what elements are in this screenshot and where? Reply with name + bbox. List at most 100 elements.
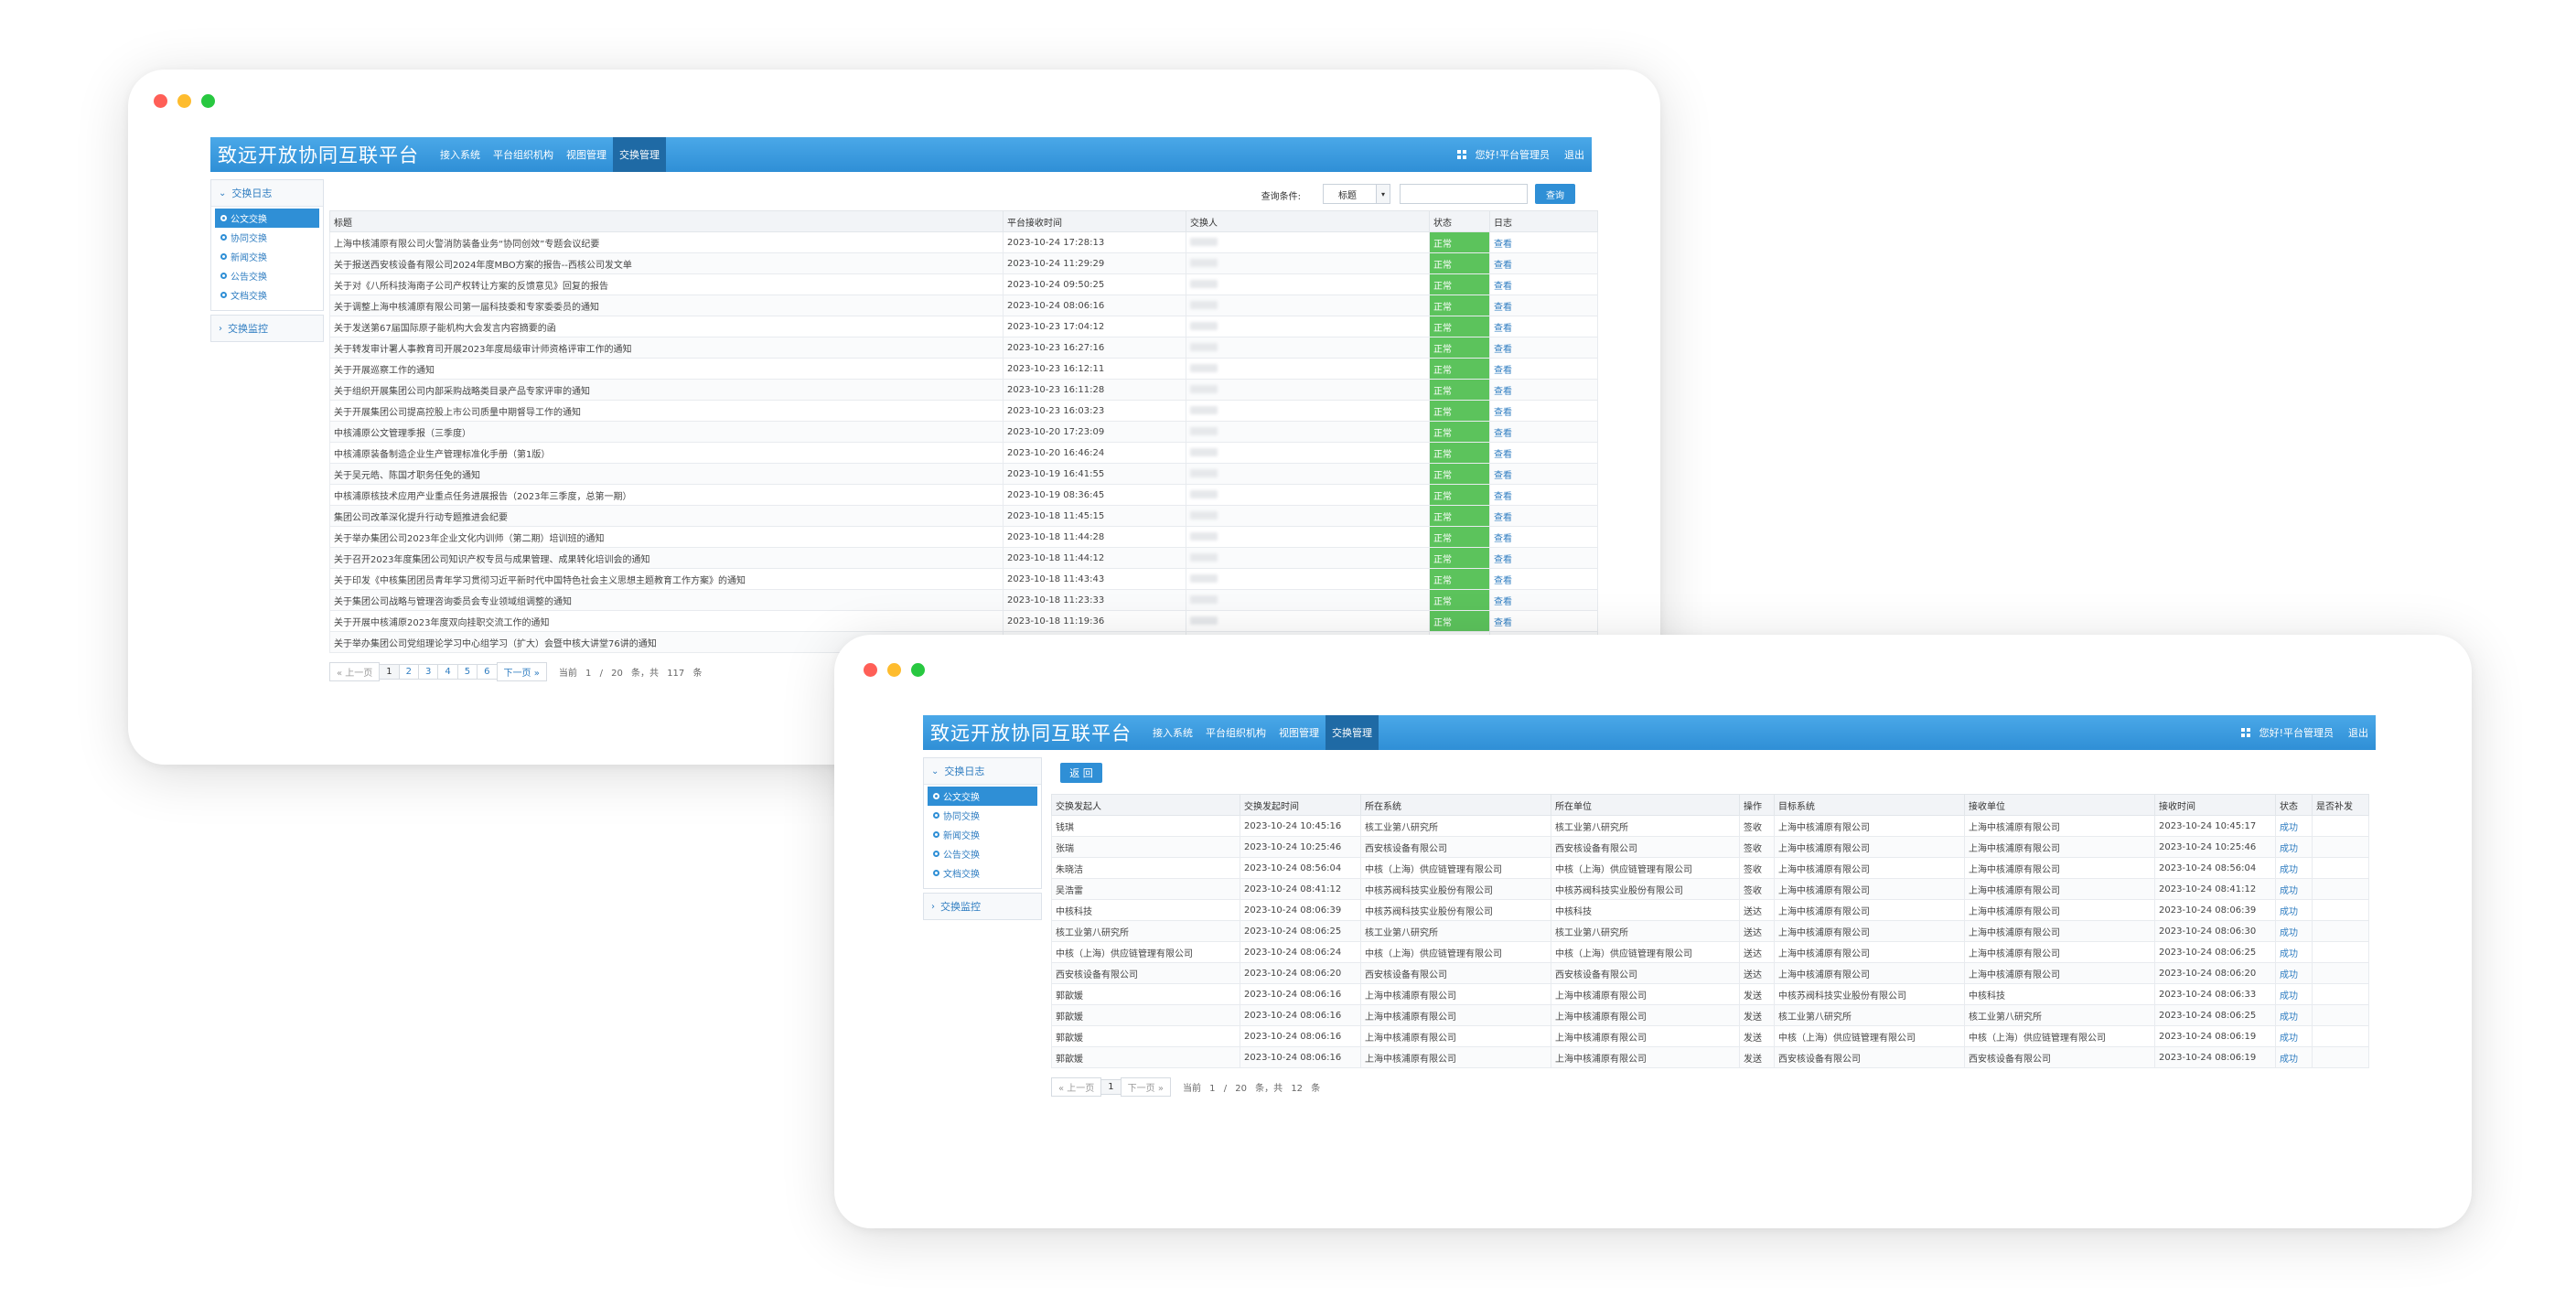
status-link[interactable]: 成功 (2280, 865, 2298, 875)
status-link[interactable]: 成功 (2280, 1034, 2298, 1044)
col-source-system[interactable]: 所在系统 (1360, 794, 1551, 816)
cell-log[interactable]: 查看 (1489, 252, 1598, 274)
cell-log[interactable]: 查看 (1489, 316, 1598, 337)
nav-org[interactable]: 平台组织机构 (487, 137, 560, 172)
cell-log[interactable]: 查看 (1489, 400, 1598, 422)
cell-status[interactable]: 成功 (2275, 836, 2313, 858)
nav-access-system[interactable]: 接入系统 (1146, 715, 1199, 750)
view-log-link[interactable]: 查看 (1494, 618, 1512, 628)
close-dot-icon[interactable] (154, 94, 167, 108)
nav-view-manage[interactable]: 视图管理 (1272, 715, 1326, 750)
maximize-dot-icon[interactable] (201, 94, 215, 108)
sidebar-item-collab-exchange[interactable]: 协同交换 (928, 806, 1037, 825)
status-link[interactable]: 成功 (2280, 823, 2298, 833)
user-greeting[interactable]: 您好!平台管理员 (1476, 147, 1550, 162)
view-log-link[interactable]: 查看 (1494, 387, 1512, 397)
search-input[interactable] (1400, 184, 1528, 204)
close-dot-icon[interactable] (864, 663, 877, 677)
cell-status[interactable]: 成功 (2275, 962, 2313, 984)
nav-access-system[interactable]: 接入系统 (434, 137, 487, 172)
sidebar-item-file-exchange[interactable]: 文档交换 (928, 863, 1037, 883)
view-log-link[interactable]: 查看 (1494, 408, 1512, 418)
sidebar-item-news-exchange[interactable]: 新闻交换 (215, 247, 319, 266)
status-link[interactable]: 成功 (2280, 1012, 2298, 1023)
prev-page-button[interactable]: « 上一页 (329, 662, 381, 681)
col-source-unit[interactable]: 所在单位 (1551, 794, 1740, 816)
page-2[interactable]: 2 (398, 664, 420, 680)
back-button[interactable]: 返 回 (1060, 763, 1102, 783)
sidebar-item-doc-exchange[interactable]: 公文交换 (928, 787, 1037, 806)
view-log-link[interactable]: 查看 (1494, 576, 1512, 586)
logout-link[interactable]: 退出 (2348, 725, 2368, 740)
status-link[interactable]: 成功 (2280, 949, 2298, 959)
col-receive-time[interactable]: 平台接收时间 (1003, 210, 1186, 232)
sidebar-item-notice-exchange[interactable]: 公告交换 (928, 844, 1037, 863)
sidebar-item-notice-exchange[interactable]: 公告交换 (215, 266, 319, 285)
col-title[interactable]: 标题 (329, 210, 1004, 232)
page-1[interactable]: 1 (379, 664, 400, 680)
cell-status[interactable]: 成功 (2275, 1004, 2313, 1026)
status-link[interactable]: 成功 (2280, 991, 2298, 1001)
page-1[interactable]: 1 (1100, 1079, 1122, 1095)
search-field-select[interactable]: 标题 ▾ (1323, 184, 1390, 204)
sidebar-item-collab-exchange[interactable]: 协同交换 (215, 228, 319, 247)
status-link[interactable]: 成功 (2280, 1055, 2298, 1065)
view-log-link[interactable]: 查看 (1494, 303, 1512, 313)
col-log[interactable]: 日志 (1489, 210, 1598, 232)
page-6[interactable]: 6 (477, 664, 498, 680)
view-log-link[interactable]: 查看 (1494, 366, 1512, 376)
nav-org[interactable]: 平台组织机构 (1199, 715, 1272, 750)
col-initiate-time[interactable]: 交换发起时间 (1240, 794, 1361, 816)
next-page-button[interactable]: 下一页 » (1120, 1077, 1171, 1097)
cell-log[interactable]: 查看 (1489, 379, 1598, 401)
cell-status[interactable]: 成功 (2275, 857, 2313, 879)
cell-log[interactable]: 查看 (1489, 610, 1598, 632)
view-log-link[interactable]: 查看 (1494, 597, 1512, 607)
minimize-dot-icon[interactable] (887, 663, 901, 677)
view-log-link[interactable]: 查看 (1494, 282, 1512, 292)
minimize-dot-icon[interactable] (177, 94, 191, 108)
status-link[interactable]: 成功 (2280, 907, 2298, 917)
nav-exchange-manage[interactable]: 交换管理 (1326, 715, 1379, 750)
cell-status[interactable]: 成功 (2275, 1046, 2313, 1068)
sidebar-item-news-exchange[interactable]: 新闻交换 (928, 825, 1037, 844)
sidebar-group-monitor-header[interactable]: › 交换监控 (211, 316, 323, 341)
view-log-link[interactable]: 查看 (1494, 345, 1512, 355)
cell-log[interactable]: 查看 (1489, 231, 1598, 253)
cell-status[interactable]: 成功 (2275, 815, 2313, 837)
sidebar-group-log-header[interactable]: ⌄ 交换日志 (924, 758, 1041, 784)
cell-log[interactable]: 查看 (1489, 273, 1598, 295)
sidebar-group-monitor-header[interactable]: › 交换监控 (924, 894, 1041, 919)
nav-exchange-manage[interactable]: 交换管理 (613, 137, 666, 172)
cell-log[interactable]: 查看 (1489, 295, 1598, 316)
col-reissue[interactable]: 是否补发 (2312, 794, 2369, 816)
status-link[interactable]: 成功 (2280, 844, 2298, 854)
cell-status[interactable]: 成功 (2275, 899, 2313, 921)
col-status[interactable]: 状态 (2275, 794, 2313, 816)
cell-log[interactable]: 查看 (1489, 484, 1598, 506)
col-operation[interactable]: 操作 (1739, 794, 1775, 816)
cell-log[interactable]: 查看 (1489, 463, 1598, 485)
view-log-link[interactable]: 查看 (1494, 513, 1512, 523)
page-5[interactable]: 5 (456, 664, 478, 680)
cell-log[interactable]: 查看 (1489, 526, 1598, 548)
view-log-link[interactable]: 查看 (1494, 324, 1512, 334)
cell-log[interactable]: 查看 (1489, 442, 1598, 464)
view-log-link[interactable]: 查看 (1494, 555, 1512, 565)
maximize-dot-icon[interactable] (911, 663, 925, 677)
cell-log[interactable]: 查看 (1489, 547, 1598, 569)
view-log-link[interactable]: 查看 (1494, 534, 1512, 544)
search-button[interactable]: 查询 (1535, 184, 1575, 204)
col-status[interactable]: 状态 (1429, 210, 1490, 232)
logout-link[interactable]: 退出 (1564, 147, 1584, 162)
page-3[interactable]: 3 (418, 664, 439, 680)
cell-log[interactable]: 查看 (1489, 421, 1598, 443)
status-link[interactable]: 成功 (2280, 928, 2298, 938)
page-4[interactable]: 4 (437, 664, 458, 680)
user-greeting[interactable]: 您好!平台管理员 (2259, 725, 2334, 740)
next-page-button[interactable]: 下一页 » (496, 662, 547, 681)
cell-status[interactable]: 成功 (2275, 941, 2313, 963)
view-log-link[interactable]: 查看 (1494, 450, 1512, 460)
grid-icon[interactable] (2240, 728, 2250, 737)
col-exchanger[interactable]: 交换人 (1186, 210, 1430, 232)
